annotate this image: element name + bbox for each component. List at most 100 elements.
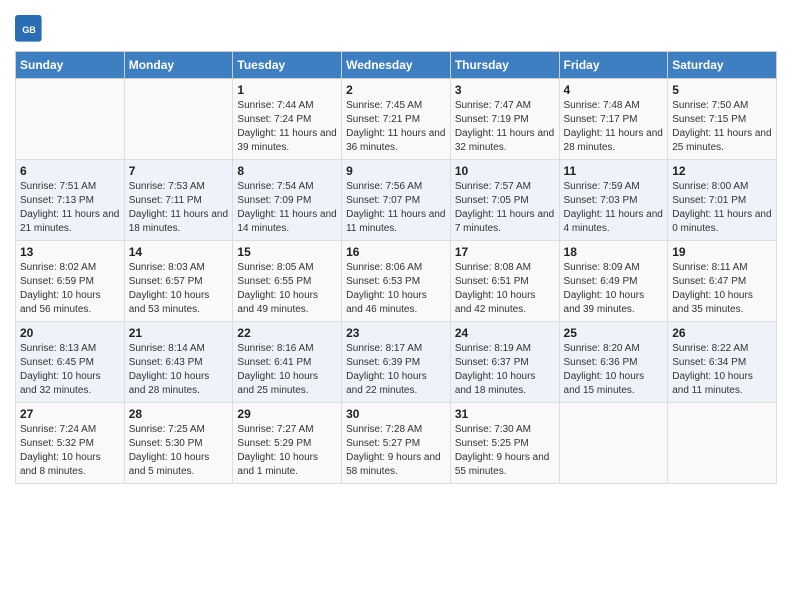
- calendar-cell: 10 Sunrise: 7:57 AM Sunset: 7:05 PM Dayli…: [450, 160, 559, 241]
- calendar-cell: 6 Sunrise: 7:51 AM Sunset: 7:13 PM Daylig…: [16, 160, 125, 241]
- cell-content: Sunrise: 7:27 AM Sunset: 5:29 PM Dayligh…: [237, 423, 337, 479]
- day-number: 18: [564, 245, 664, 259]
- cell-content: Sunrise: 8:06 AM Sunset: 6:53 PM Dayligh…: [346, 261, 446, 317]
- week-row-5: 27Sunrise: 7:24 AM Sunset: 5:32 PM Dayli…: [16, 403, 777, 484]
- day-number: 29: [237, 407, 337, 421]
- calendar-cell: 22 Sunrise: 8:16 AM Sunset: 6:41 PM Dayli…: [233, 322, 342, 403]
- calendar-cell: 17 Sunrise: 8:08 AM Sunset: 6:51 PM Dayli…: [450, 241, 559, 322]
- calendar-cell: [668, 403, 777, 484]
- calendar-cell: 18 Sunrise: 8:09 AM Sunset: 6:49 PM Dayli…: [559, 241, 668, 322]
- day-number: 30: [346, 407, 446, 421]
- calendar-cell: 30 Sunrise: 7:28 AM Sunset: 5:27 PM Dayli…: [342, 403, 451, 484]
- calendar-cell: 26 Sunrise: 8:22 AM Sunset: 6:34 PM Dayli…: [668, 322, 777, 403]
- cell-content: Sunrise: 7:56 AM Sunset: 7:07 PM Dayligh…: [346, 180, 446, 236]
- cell-content: Sunrise: 8:13 AM Sunset: 6:45 PM Dayligh…: [20, 342, 120, 398]
- cell-content: Sunrise: 7:50 AM Sunset: 7:15 PM Dayligh…: [672, 99, 772, 155]
- cell-content: Sunrise: 7:53 AM Sunset: 7:11 PM Dayligh…: [129, 180, 229, 236]
- calendar-cell: 25Sunrise: 8:20 AM Sunset: 6:36 PM Dayli…: [559, 322, 668, 403]
- header-cell-saturday: Saturday: [668, 52, 777, 79]
- calendar-cell: 21 Sunrise: 8:14 AM Sunset: 6:43 PM Dayli…: [124, 322, 233, 403]
- calendar-cell: [559, 403, 668, 484]
- cell-content: Sunrise: 7:24 AM Sunset: 5:32 PM Dayligh…: [20, 423, 120, 479]
- day-number: 15: [237, 245, 337, 259]
- cell-content: Sunrise: 7:30 AM Sunset: 5:25 PM Dayligh…: [455, 423, 555, 479]
- cell-content: Sunrise: 8:09 AM Sunset: 6:49 PM Dayligh…: [564, 261, 664, 317]
- cell-content: Sunrise: 8:22 AM Sunset: 6:34 PM Dayligh…: [672, 342, 772, 398]
- day-number: 14: [129, 245, 229, 259]
- day-number: 10: [455, 164, 555, 178]
- cell-content: Sunrise: 8:17 AM Sunset: 6:39 PM Dayligh…: [346, 342, 446, 398]
- header-cell-wednesday: Wednesday: [342, 52, 451, 79]
- day-number: 2: [346, 83, 446, 97]
- day-number: 7: [129, 164, 229, 178]
- cell-content: Sunrise: 8:02 AM Sunset: 6:59 PM Dayligh…: [20, 261, 120, 317]
- cell-content: Sunrise: 7:51 AM Sunset: 7:13 PM Dayligh…: [20, 180, 120, 236]
- calendar-cell: 13 Sunrise: 8:02 AM Sunset: 6:59 PM Dayli…: [16, 241, 125, 322]
- calendar-cell: 14 Sunrise: 8:03 AM Sunset: 6:57 PM Dayli…: [124, 241, 233, 322]
- day-number: 31: [455, 407, 555, 421]
- day-number: 22: [237, 326, 337, 340]
- cell-content: Sunrise: 8:14 AM Sunset: 6:43 PM Dayligh…: [129, 342, 229, 398]
- header-cell-sunday: Sunday: [16, 52, 125, 79]
- cell-content: Sunrise: 7:54 AM Sunset: 7:09 PM Dayligh…: [237, 180, 337, 236]
- calendar-cell: 27Sunrise: 7:24 AM Sunset: 5:32 PM Dayli…: [16, 403, 125, 484]
- calendar-cell: 11 Sunrise: 7:59 AM Sunset: 7:03 PM Dayli…: [559, 160, 668, 241]
- day-number: 11: [564, 164, 664, 178]
- day-number: 16: [346, 245, 446, 259]
- calendar-cell: 1 Sunrise: 7:44 AM Sunset: 7:24 PM Daylig…: [233, 79, 342, 160]
- day-number: 6: [20, 164, 120, 178]
- calendar-cell: 24 Sunrise: 8:19 AM Sunset: 6:37 PM Dayli…: [450, 322, 559, 403]
- calendar-cell: [124, 79, 233, 160]
- day-number: 19: [672, 245, 772, 259]
- week-row-3: 13 Sunrise: 8:02 AM Sunset: 6:59 PM Dayli…: [16, 241, 777, 322]
- cell-content: Sunrise: 8:20 AM Sunset: 6:36 PM Dayligh…: [564, 342, 664, 398]
- day-number: 9: [346, 164, 446, 178]
- calendar-cell: 2 Sunrise: 7:45 AM Sunset: 7:21 PM Daylig…: [342, 79, 451, 160]
- calendar-cell: 29 Sunrise: 7:27 AM Sunset: 5:29 PM Dayli…: [233, 403, 342, 484]
- calendar-cell: 3 Sunrise: 7:47 AM Sunset: 7:19 PM Daylig…: [450, 79, 559, 160]
- cell-content: Sunrise: 7:47 AM Sunset: 7:19 PM Dayligh…: [455, 99, 555, 155]
- cell-content: Sunrise: 8:05 AM Sunset: 6:55 PM Dayligh…: [237, 261, 337, 317]
- cell-content: Sunrise: 8:19 AM Sunset: 6:37 PM Dayligh…: [455, 342, 555, 398]
- header-cell-friday: Friday: [559, 52, 668, 79]
- day-number: 17: [455, 245, 555, 259]
- logo-icon: GB: [15, 15, 43, 43]
- cell-content: Sunrise: 7:57 AM Sunset: 7:05 PM Dayligh…: [455, 180, 555, 236]
- calendar-cell: 23 Sunrise: 8:17 AM Sunset: 6:39 PM Dayli…: [342, 322, 451, 403]
- cell-content: Sunrise: 7:45 AM Sunset: 7:21 PM Dayligh…: [346, 99, 446, 155]
- day-number: 20: [20, 326, 120, 340]
- day-number: 21: [129, 326, 229, 340]
- cell-content: Sunrise: 8:16 AM Sunset: 6:41 PM Dayligh…: [237, 342, 337, 398]
- day-number: 13: [20, 245, 120, 259]
- day-number: 24: [455, 326, 555, 340]
- header-row: SundayMondayTuesdayWednesdayThursdayFrid…: [16, 52, 777, 79]
- calendar-cell: 4 Sunrise: 7:48 AM Sunset: 7:17 PM Daylig…: [559, 79, 668, 160]
- header-cell-thursday: Thursday: [450, 52, 559, 79]
- cell-content: Sunrise: 7:59 AM Sunset: 7:03 PM Dayligh…: [564, 180, 664, 236]
- calendar-cell: [16, 79, 125, 160]
- cell-content: Sunrise: 7:44 AM Sunset: 7:24 PM Dayligh…: [237, 99, 337, 155]
- calendar-cell: 7 Sunrise: 7:53 AM Sunset: 7:11 PM Daylig…: [124, 160, 233, 241]
- day-number: 3: [455, 83, 555, 97]
- week-row-4: 20 Sunrise: 8:13 AM Sunset: 6:45 PM Dayli…: [16, 322, 777, 403]
- calendar-cell: 31 Sunrise: 7:30 AM Sunset: 5:25 PM Dayli…: [450, 403, 559, 484]
- cell-content: Sunrise: 8:00 AM Sunset: 7:01 PM Dayligh…: [672, 180, 772, 236]
- day-number: 28: [129, 407, 229, 421]
- calendar-cell: 28 Sunrise: 7:25 AM Sunset: 5:30 PM Dayli…: [124, 403, 233, 484]
- calendar-cell: 16 Sunrise: 8:06 AM Sunset: 6:53 PM Dayli…: [342, 241, 451, 322]
- day-number: 23: [346, 326, 446, 340]
- day-number: 4: [564, 83, 664, 97]
- day-number: 26: [672, 326, 772, 340]
- calendar-cell: 9 Sunrise: 7:56 AM Sunset: 7:07 PM Daylig…: [342, 160, 451, 241]
- cell-content: Sunrise: 8:08 AM Sunset: 6:51 PM Dayligh…: [455, 261, 555, 317]
- cell-content: Sunrise: 7:25 AM Sunset: 5:30 PM Dayligh…: [129, 423, 229, 479]
- calendar-cell: 19 Sunrise: 8:11 AM Sunset: 6:47 PM Dayli…: [668, 241, 777, 322]
- logo: GB: [15, 15, 47, 43]
- calendar-header: SundayMondayTuesdayWednesdayThursdayFrid…: [16, 52, 777, 79]
- cell-content: Sunrise: 8:03 AM Sunset: 6:57 PM Dayligh…: [129, 261, 229, 317]
- calendar-cell: 12Sunrise: 8:00 AM Sunset: 7:01 PM Dayli…: [668, 160, 777, 241]
- cell-content: Sunrise: 7:28 AM Sunset: 5:27 PM Dayligh…: [346, 423, 446, 479]
- day-number: 1: [237, 83, 337, 97]
- cell-content: Sunrise: 7:48 AM Sunset: 7:17 PM Dayligh…: [564, 99, 664, 155]
- cell-content: Sunrise: 8:11 AM Sunset: 6:47 PM Dayligh…: [672, 261, 772, 317]
